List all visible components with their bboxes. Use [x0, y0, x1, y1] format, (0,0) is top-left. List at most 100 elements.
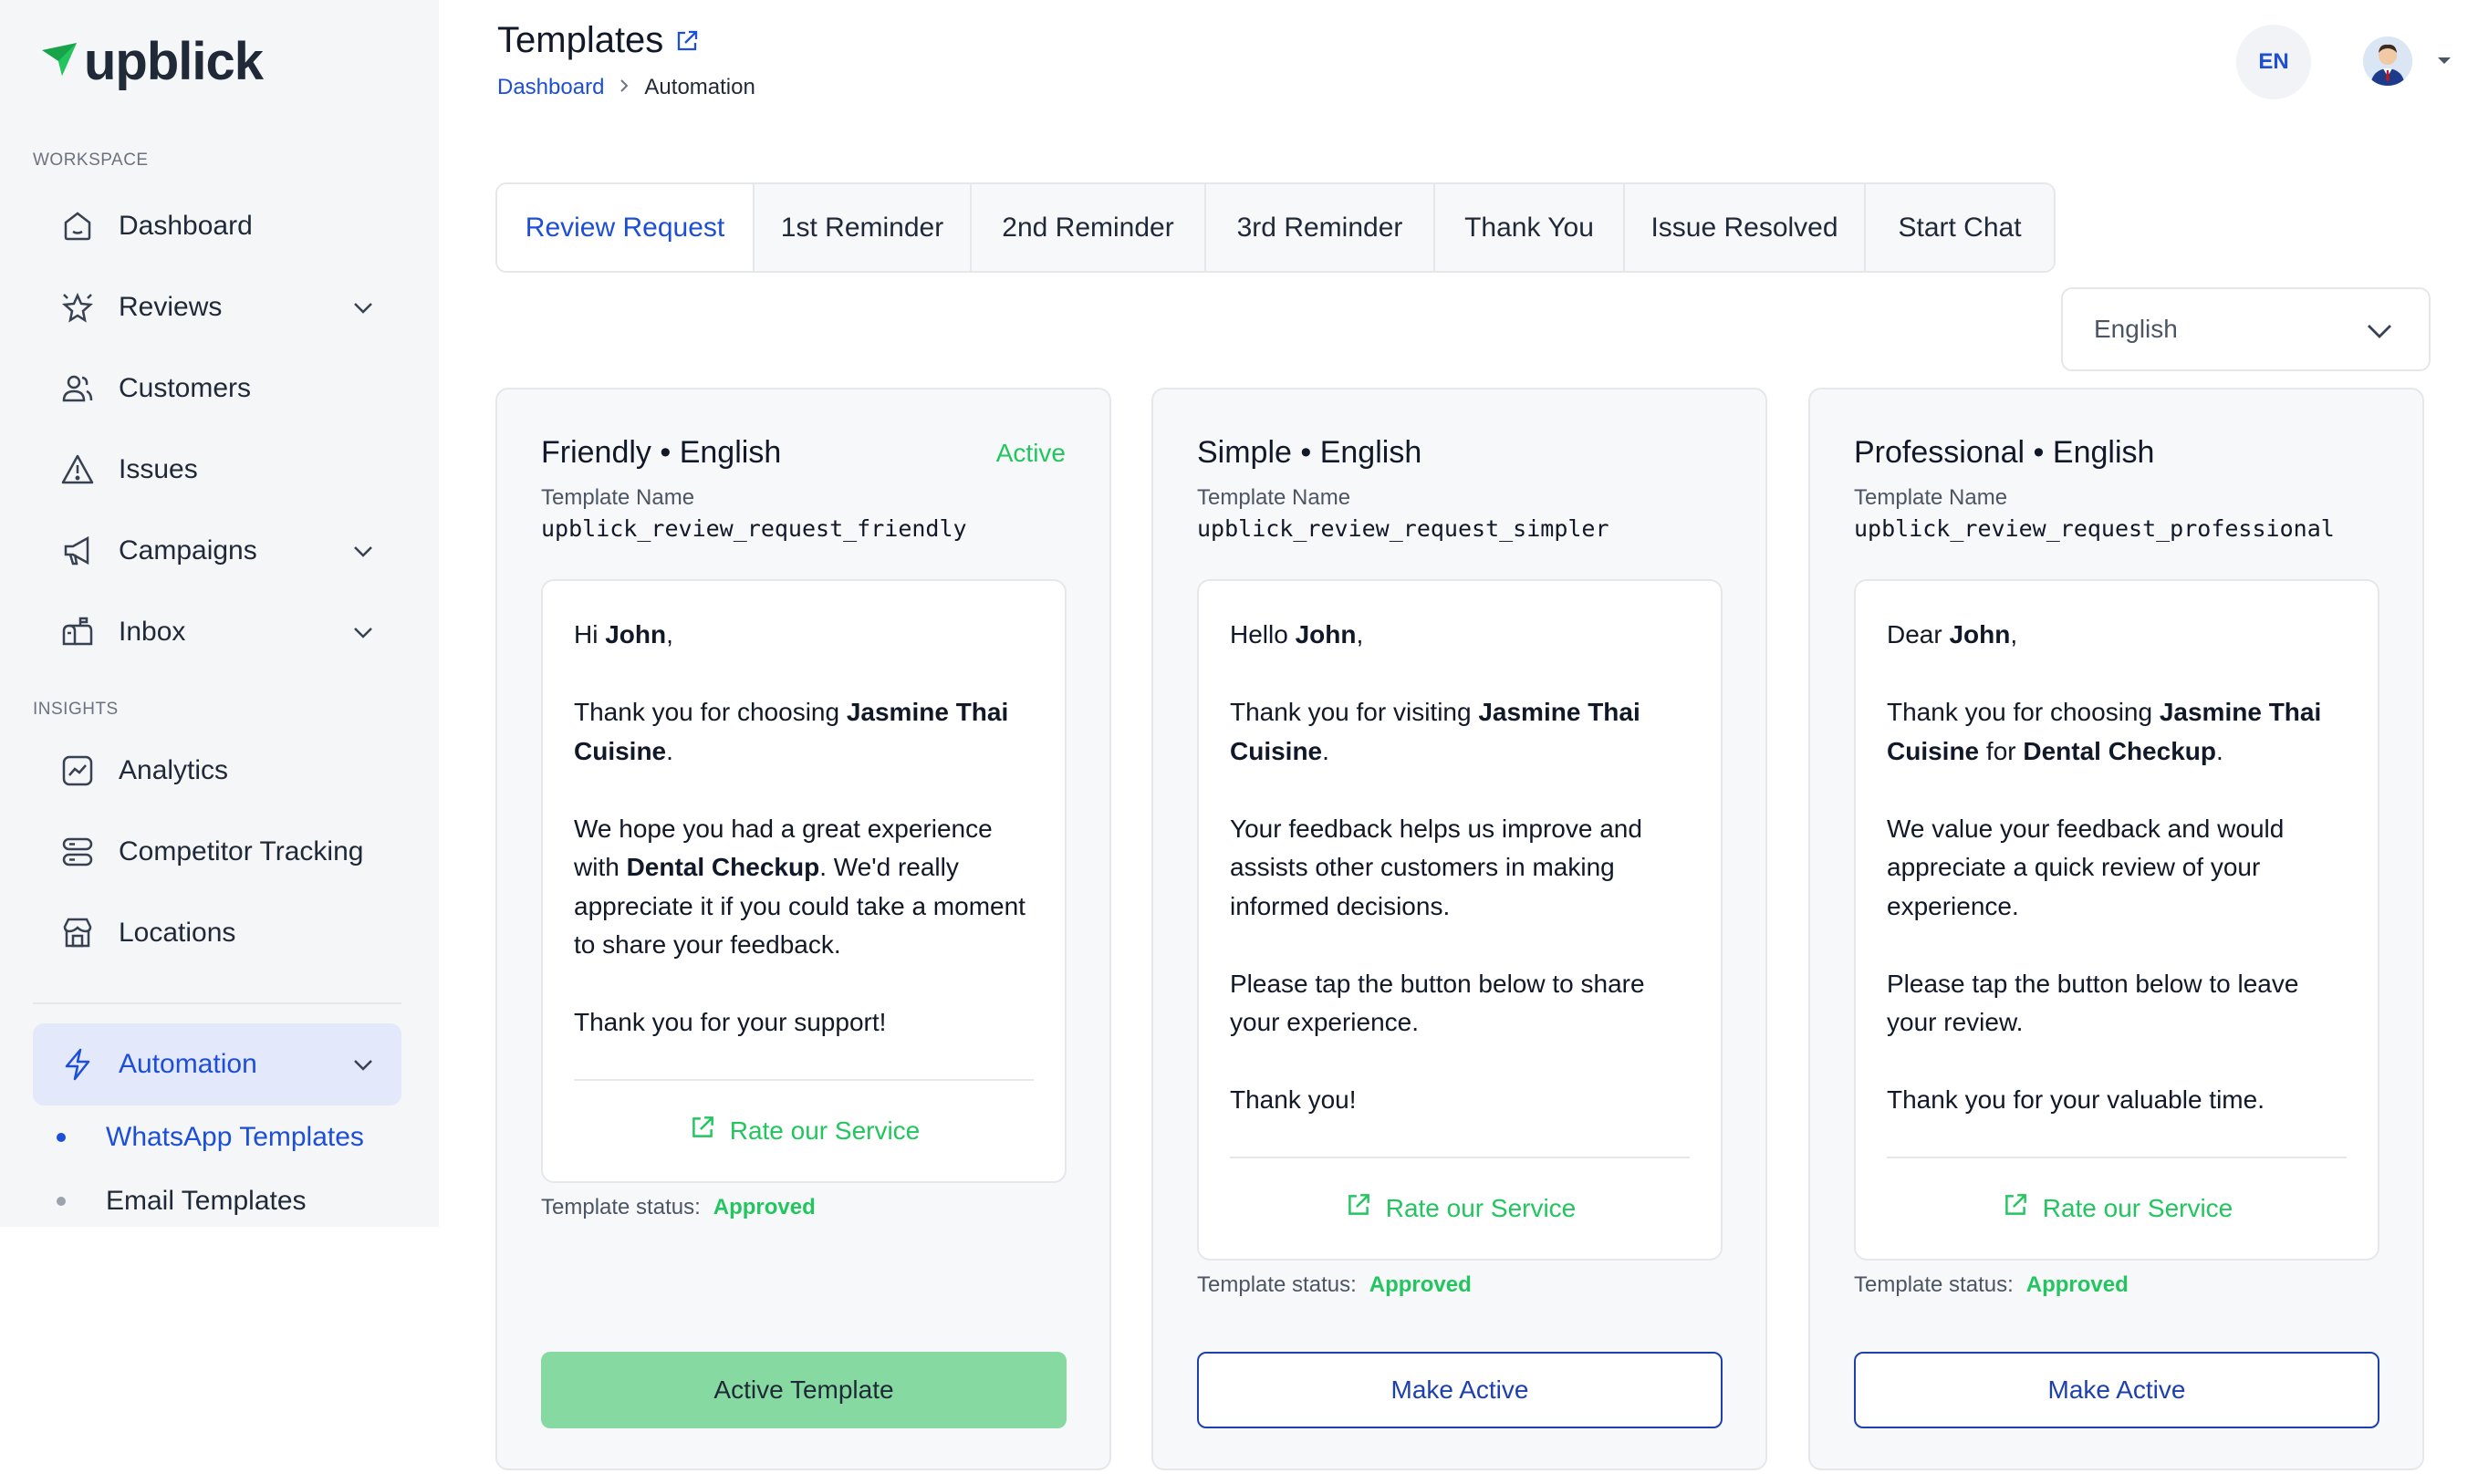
brand-name: upblick: [84, 32, 264, 91]
bullet-dot: [57, 1197, 66, 1206]
sidebar-item-label: Inbox: [119, 617, 186, 647]
warning-icon: [58, 451, 97, 489]
page-title: Templates: [497, 20, 664, 60]
template-status: Template status: Approved: [541, 1195, 816, 1219]
sidebar-item-label: Customers: [119, 373, 252, 403]
message-preview: Dear John, Thank you for choosing Jasmin…: [1854, 579, 2379, 1261]
sidebar-item-label: Dashboard: [119, 211, 253, 241]
chevron-down-icon: [350, 619, 376, 649]
section-label-insights: INSIGHTS: [33, 700, 119, 719]
sidebar-item-customers[interactable]: Customers: [33, 352, 401, 425]
chevron-right-icon: [617, 75, 631, 100]
chevron-down-icon: [2365, 318, 2394, 350]
sidebar-item-issues[interactable]: Issues: [33, 433, 401, 506]
sidebar: upblick WORKSPACE Dashboard Reviews Cust…: [0, 0, 439, 1227]
sidebar-item-locations[interactable]: Locations: [33, 897, 401, 970]
chevron-down-icon: [350, 1052, 376, 1082]
rate-service-link[interactable]: Rate our Service: [543, 1081, 1065, 1181]
sidebar-item-label: Campaigns: [119, 535, 257, 566]
make-active-button[interactable]: Make Active: [1197, 1352, 1723, 1428]
external-link-icon: [1344, 1190, 1386, 1226]
template-status: Template status: Approved: [1197, 1272, 1472, 1297]
breadcrumb: Dashboard Automation: [497, 75, 755, 100]
chevron-down-icon: [350, 295, 376, 325]
store-icon: [58, 914, 97, 952]
external-link-icon: [2001, 1190, 2043, 1226]
language-switcher[interactable]: EN: [2236, 25, 2311, 99]
tab-3rd-reminder[interactable]: 3rd Reminder: [1206, 184, 1435, 271]
breadcrumb-link-dashboard[interactable]: Dashboard: [497, 75, 604, 100]
tab-start-chat[interactable]: Start Chat: [1866, 184, 2054, 271]
caret-down-icon[interactable]: [2436, 55, 2452, 71]
sidebar-subitem-email-templates[interactable]: Email Templates: [57, 1186, 307, 1217]
template-card-professional: Professional • English Template Name upb…: [1808, 388, 2424, 1470]
status-badge: Active: [995, 439, 1066, 467]
tab-1st-reminder[interactable]: 1st Reminder: [755, 184, 972, 271]
sidebar-item-label: Reviews: [119, 292, 223, 322]
rate-service-label: Rate our Service: [1385, 1193, 1577, 1222]
template-tabs: Review Request 1st Reminder 2nd Reminder…: [495, 182, 2056, 273]
card-title: Professional • English: [1854, 435, 2155, 470]
language-select-value: English: [2094, 315, 2178, 343]
tab-review-request[interactable]: Review Request: [497, 184, 755, 271]
logo-mark-icon: [40, 39, 80, 84]
brand-logo[interactable]: upblick: [40, 31, 264, 92]
sidebar-item-reviews[interactable]: Reviews: [33, 271, 401, 344]
section-label-workspace: WORKSPACE: [33, 150, 149, 170]
template-status: Template status: Approved: [1854, 1272, 2129, 1297]
sidebar-item-inbox[interactable]: Inbox: [33, 596, 401, 669]
server-icon: [58, 833, 97, 871]
card-title: Simple • English: [1197, 435, 1422, 470]
rate-service-link[interactable]: Rate our Service: [1856, 1158, 2378, 1259]
home-icon: [58, 207, 97, 245]
template-name-value: upblick_review_request_simpler: [1197, 515, 1609, 542]
status-approved: Approved: [1369, 1272, 1472, 1297]
status-approved: Approved: [713, 1195, 816, 1219]
template-name-label: Template Name: [541, 485, 695, 510]
template-name-value: upblick_review_request_professional: [1854, 515, 2335, 542]
avatar[interactable]: [2363, 36, 2412, 86]
message-body: Hello John, Thank you for visiting Jasmi…: [1230, 620, 1645, 1114]
sidebar-item-analytics[interactable]: Analytics: [33, 734, 401, 807]
message-preview: Hi John, Thank you for choosing Jasmine …: [541, 579, 1067, 1183]
sidebar-item-label: Automation: [119, 1049, 257, 1079]
template-name-value: upblick_review_request_friendly: [541, 515, 967, 542]
external-link-icon: [688, 1113, 730, 1148]
sidebar-item-competitor-tracking[interactable]: Competitor Tracking: [33, 815, 401, 888]
status-approved: Approved: [2025, 1272, 2129, 1297]
make-active-button[interactable]: Make Active: [1854, 1352, 2379, 1428]
tab-thank-you[interactable]: Thank You: [1435, 184, 1625, 271]
sidebar-item-label: Analytics: [119, 755, 229, 785]
rate-service-label: Rate our Service: [2042, 1193, 2233, 1222]
sidebar-subitem-label: WhatsApp Templates: [106, 1122, 364, 1152]
megaphone-icon: [58, 532, 97, 570]
chevron-down-icon: [350, 538, 376, 568]
rate-service-label: Rate our Service: [729, 1116, 921, 1145]
sidebar-item-dashboard[interactable]: Dashboard: [33, 190, 401, 263]
template-name-label: Template Name: [1197, 485, 1351, 510]
sidebar-divider: [33, 1002, 401, 1004]
sidebar-item-label: Locations: [119, 918, 236, 948]
sidebar-item-automation[interactable]: Automation: [33, 1023, 401, 1105]
star-icon: [58, 288, 97, 327]
mailbox-icon: [58, 613, 97, 651]
breadcrumb-current: Automation: [644, 75, 755, 99]
language-select[interactable]: English: [2061, 287, 2431, 371]
users-icon: [58, 369, 97, 408]
sidebar-item-label: Issues: [119, 454, 198, 484]
template-name-label: Template Name: [1854, 485, 2008, 510]
message-body: Dear John, Thank you for choosing Jasmin…: [1887, 620, 2322, 1114]
external-link-icon[interactable]: [673, 27, 701, 59]
chart-icon: [58, 752, 97, 790]
tab-2nd-reminder[interactable]: 2nd Reminder: [972, 184, 1206, 271]
bullet-dot: [57, 1133, 66, 1142]
sidebar-item-label: Competitor Tracking: [119, 836, 364, 867]
template-card-friendly: Friendly • English Active Template Name …: [495, 388, 1111, 1470]
rate-service-link[interactable]: Rate our Service: [1199, 1158, 1721, 1259]
template-card-simple: Simple • English Template Name upblick_r…: [1151, 388, 1767, 1470]
sidebar-item-campaigns[interactable]: Campaigns: [33, 514, 401, 587]
sidebar-subitem-whatsapp-templates[interactable]: WhatsApp Templates: [57, 1122, 364, 1153]
tab-issue-resolved[interactable]: Issue Resolved: [1625, 184, 1866, 271]
active-template-button[interactable]: Active Template: [541, 1352, 1067, 1428]
bolt-icon: [58, 1045, 97, 1084]
